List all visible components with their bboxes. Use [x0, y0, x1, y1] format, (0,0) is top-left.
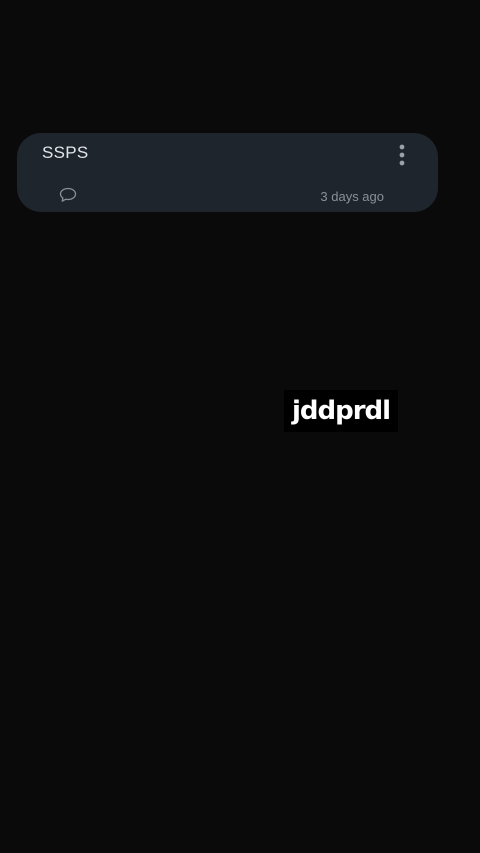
note-card[interactable]: SSPS 3 days ago — [17, 133, 438, 212]
note-title: SSPS — [42, 143, 89, 162]
more-options-button[interactable] — [386, 141, 418, 169]
more-vertical-icon — [399, 144, 405, 166]
comment-icon[interactable] — [59, 187, 77, 203]
note-timestamp: 3 days ago — [320, 189, 384, 204]
watermark-label: jddprdl — [284, 390, 398, 432]
